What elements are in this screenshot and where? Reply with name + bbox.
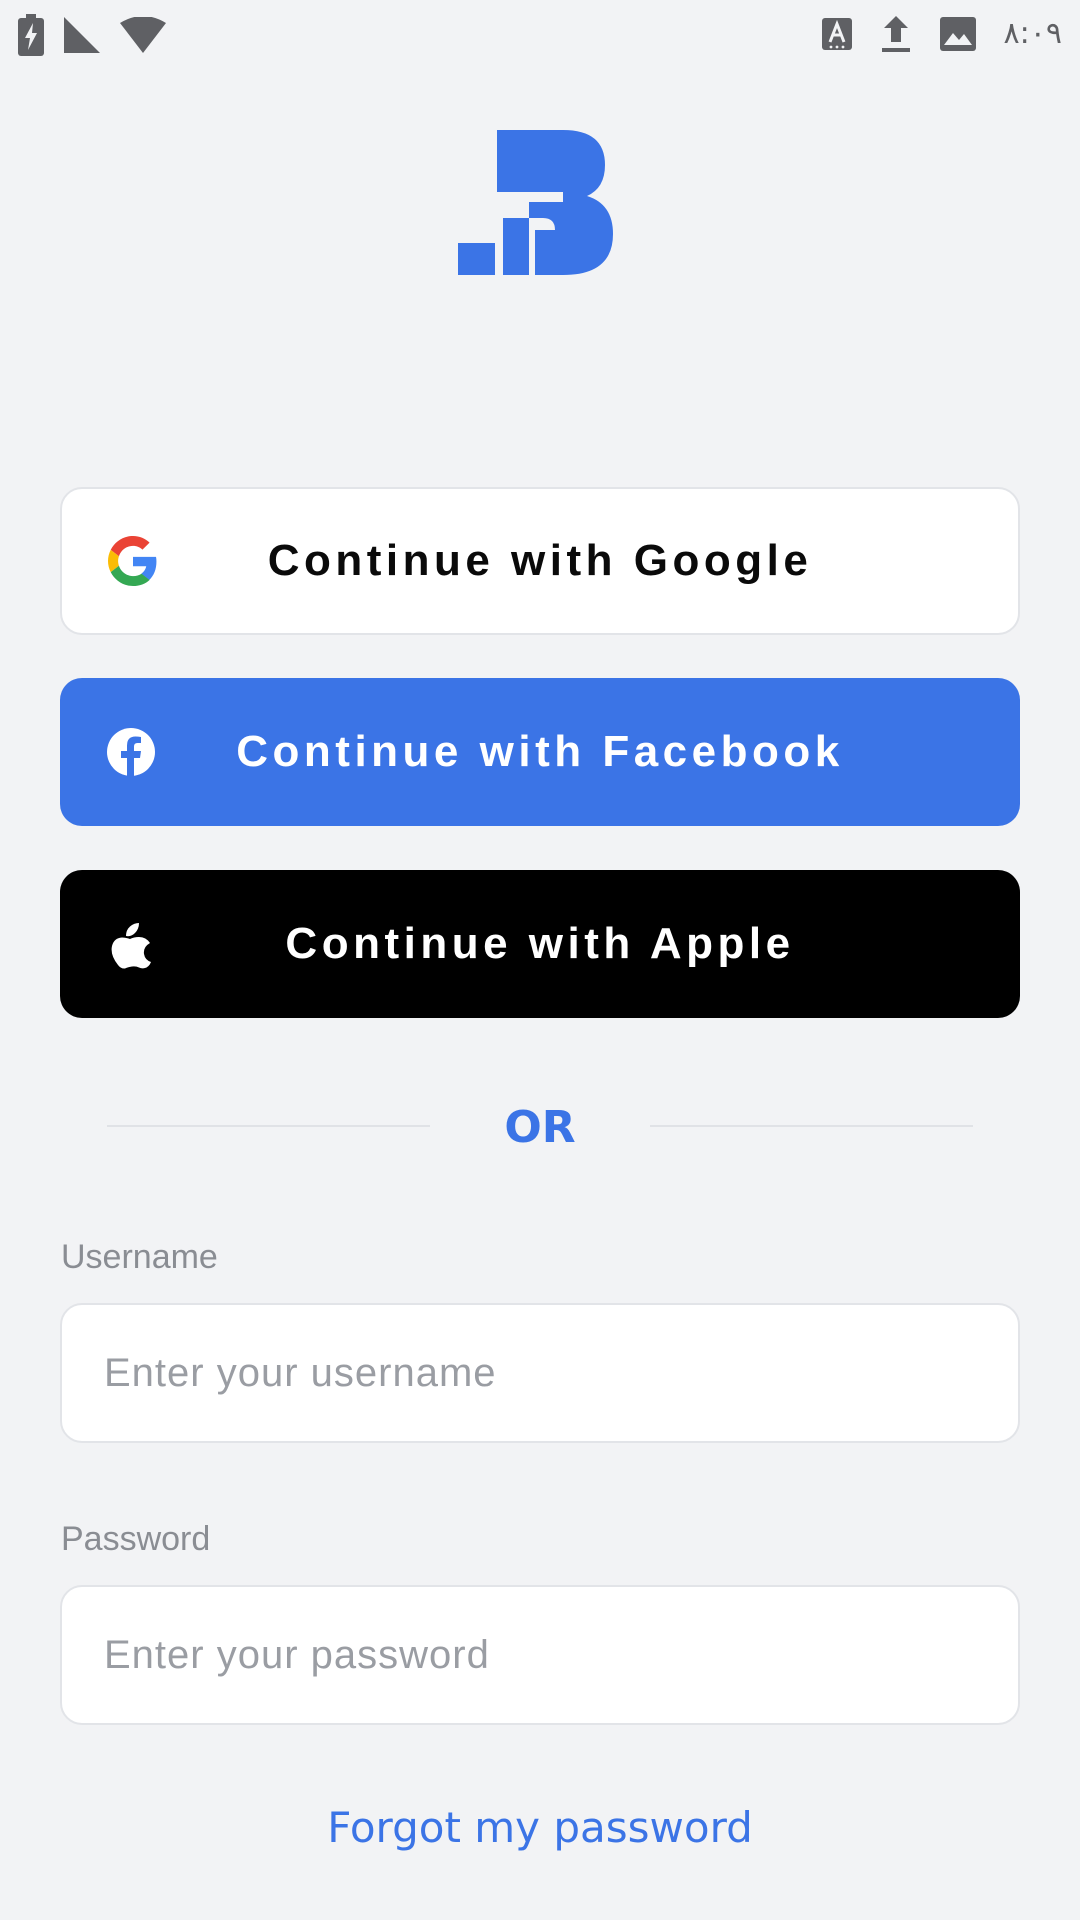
username-input[interactable] — [60, 1303, 1020, 1443]
status-bar: ۸:۰۹ — [0, 0, 1080, 70]
or-divider: OR — [107, 1098, 973, 1158]
facebook-button-label: Continue with Facebook — [236, 727, 844, 776]
facebook-signin-button[interactable]: Continue with Facebook — [60, 678, 1020, 826]
status-bar-right: ۸:۰۹ — [821, 14, 1062, 54]
google-signin-button[interactable]: Continue with Google — [60, 487, 1020, 635]
facebook-icon — [106, 727, 156, 777]
or-text: OR — [504, 1102, 576, 1153]
image-icon — [939, 17, 976, 51]
keyboard-a-icon — [821, 18, 852, 50]
apple-signin-button[interactable]: Continue with Apple — [60, 870, 1020, 1018]
status-time: ۸:۰۹ — [1003, 16, 1062, 51]
brand-logo — [455, 130, 625, 280]
wifi-icon — [120, 17, 166, 53]
apple-icon — [106, 919, 156, 969]
status-bar-left — [18, 14, 166, 56]
apple-button-label: Continue with Apple — [285, 919, 795, 968]
password-input[interactable] — [60, 1585, 1020, 1725]
google-button-label: Continue with Google — [267, 536, 813, 585]
forgot-password-link[interactable]: Forgot my password — [0, 1798, 1080, 1858]
divider-line-right — [650, 1125, 973, 1127]
username-label: Username — [61, 1238, 218, 1276]
google-icon — [108, 536, 158, 586]
password-label: Password — [61, 1520, 211, 1558]
upload-icon — [880, 14, 912, 54]
battery-charging-icon — [18, 14, 44, 56]
cell-signal-icon — [64, 17, 100, 53]
